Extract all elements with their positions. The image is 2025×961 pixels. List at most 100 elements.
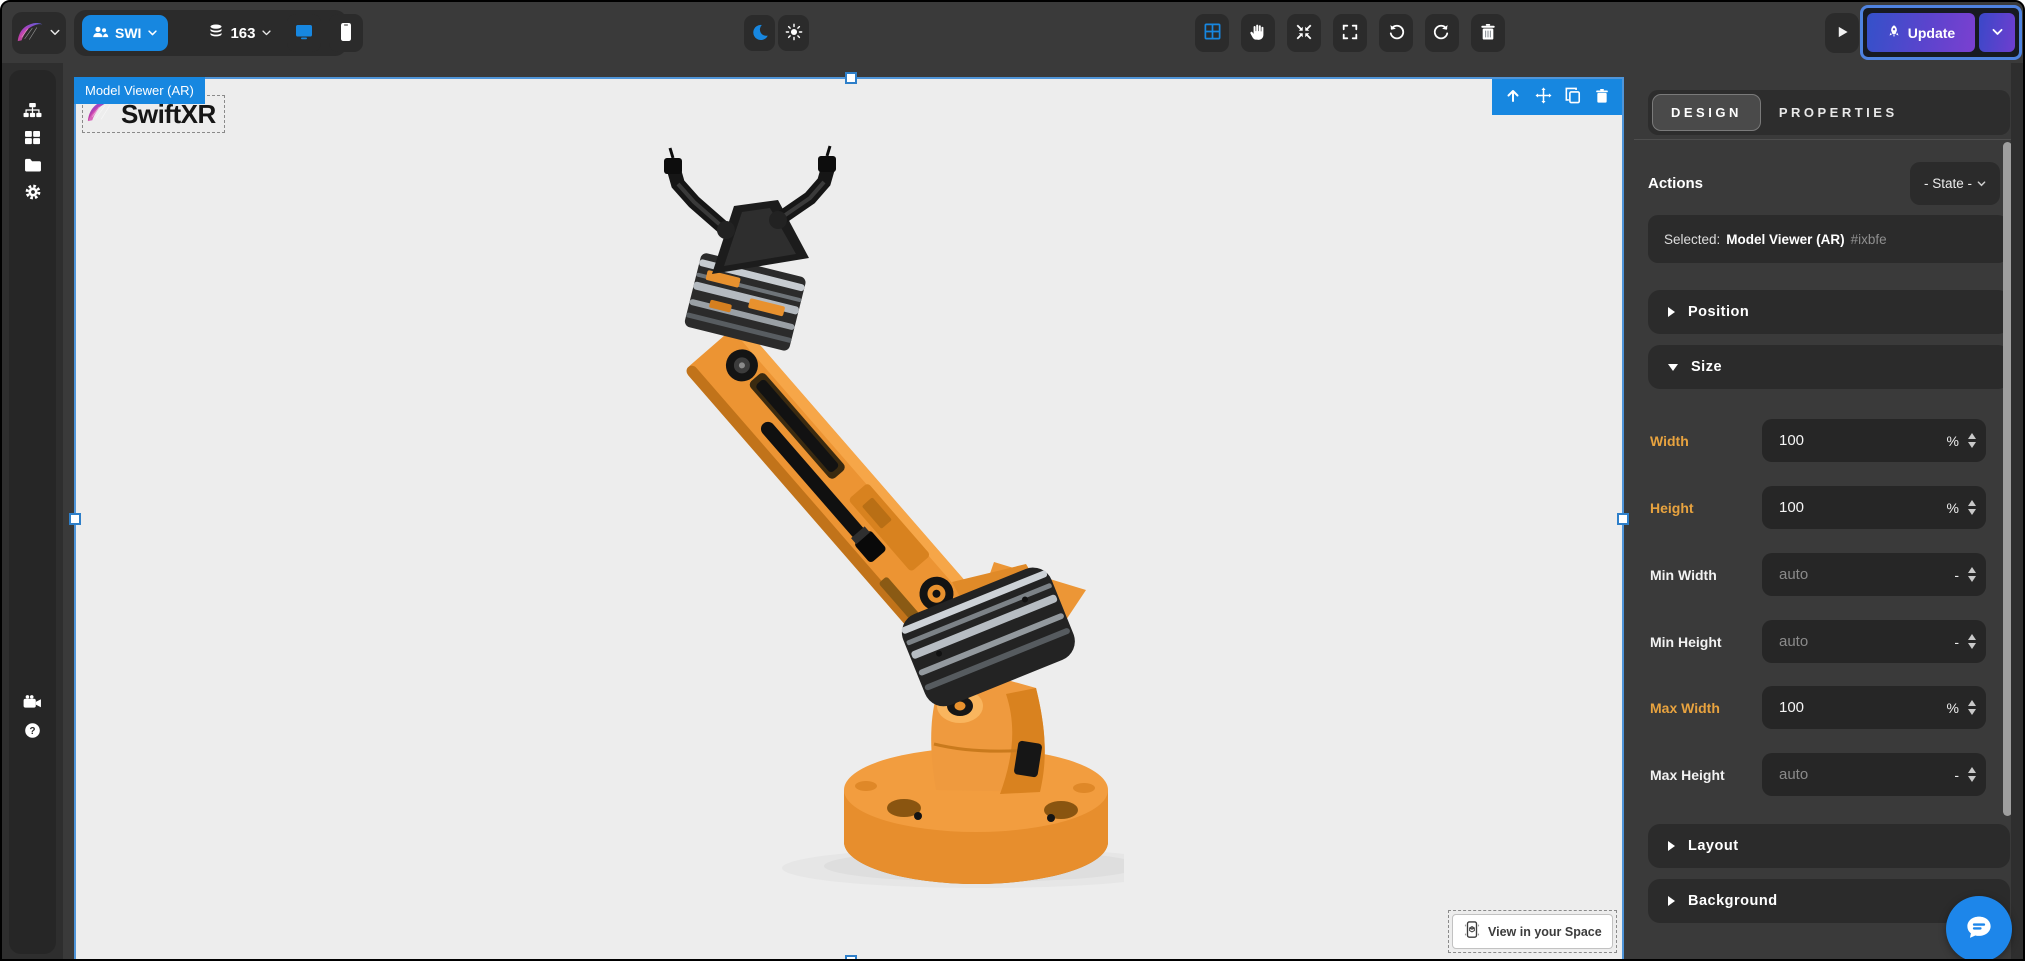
delete-button[interactable]	[1471, 14, 1505, 52]
light-mode-button[interactable]	[778, 15, 809, 51]
undo-icon	[1387, 23, 1405, 44]
update-button-group: Update	[1860, 5, 2022, 60]
width-unit: %	[1947, 433, 1959, 449]
model-viewer-robot-arm[interactable]	[564, 144, 1124, 904]
credits-count: 163	[230, 25, 255, 42]
resize-handle-top[interactable]	[845, 72, 857, 84]
section-position[interactable]: Position	[1648, 290, 2010, 334]
duplicate-element-button[interactable]	[1565, 87, 1581, 107]
sidebar-item-hierarchy[interactable]	[14, 98, 51, 125]
view-in-space-wrapper: View in your Space	[1448, 910, 1617, 953]
update-options-button[interactable]	[1979, 13, 2015, 52]
workspace-switcher-button[interactable]: SWI	[82, 15, 168, 51]
app-logo-menu-button[interactable]	[12, 12, 66, 54]
min-height-input[interactable]	[1779, 633, 1954, 650]
fullscreen-icon	[1341, 23, 1359, 44]
trash-icon	[1480, 23, 1496, 44]
height-input-box: %	[1762, 486, 1986, 529]
pan-tool-button[interactable]	[1241, 14, 1275, 52]
design-canvas[interactable]: SwiftXR Model Viewer (AR)	[74, 77, 1624, 961]
min-width-stepper[interactable]	[1968, 567, 1976, 582]
sidebar-panel: ?	[9, 70, 56, 954]
sidebar-item-settings[interactable]	[14, 180, 51, 207]
folder-icon	[24, 157, 42, 175]
resize-handle-bottom[interactable]	[845, 955, 857, 961]
width-input[interactable]	[1779, 432, 1947, 449]
move-up-layer-button[interactable]	[1505, 88, 1521, 107]
state-dropdown[interactable]: - State -	[1910, 162, 2000, 205]
field-row-width: Width %	[1648, 419, 2010, 462]
section-layout[interactable]: Layout	[1648, 824, 2010, 868]
hand-icon	[1249, 23, 1267, 44]
sidebar-item-recorder[interactable]	[14, 690, 51, 717]
resize-handle-right[interactable]	[1617, 513, 1629, 525]
chat-support-button[interactable]	[1946, 896, 2012, 961]
panel-divider	[1634, 139, 2025, 140]
field-row-max-width: Max Width %	[1648, 686, 2010, 729]
grid-toggle-button[interactable]	[1195, 14, 1229, 52]
width-stepper[interactable]	[1968, 433, 1976, 448]
chevron-down-icon	[261, 25, 272, 42]
mobile-view-button[interactable]	[329, 14, 363, 52]
swiftxr-editor-window: SWI 163	[0, 0, 2025, 961]
field-row-min-height: Min Height -	[1648, 620, 2010, 663]
moon-icon	[751, 23, 769, 44]
view-in-space-label: View in your Space	[1488, 925, 1602, 939]
credits-dropdown-button[interactable]: 163	[208, 15, 272, 51]
height-label: Height	[1650, 486, 1694, 529]
chevron-down-icon	[147, 25, 158, 41]
sidebar-item-blocks[interactable]	[14, 125, 51, 152]
sitemap-icon	[23, 102, 42, 122]
swiftxr-logo-icon	[17, 21, 43, 46]
fullscreen-button[interactable]	[1333, 14, 1367, 52]
chevron-down-icon	[1668, 364, 1678, 371]
max-width-input[interactable]	[1779, 699, 1947, 716]
move-element-button[interactable]	[1535, 87, 1552, 107]
desktop-icon	[294, 23, 314, 44]
desktop-view-button[interactable]	[287, 14, 321, 52]
update-button[interactable]: Update	[1867, 13, 1975, 52]
min-height-stepper[interactable]	[1968, 634, 1976, 649]
device-view-toggle	[287, 14, 363, 52]
field-row-max-height: Max Height -	[1648, 753, 2010, 796]
chevron-right-icon	[1668, 841, 1675, 851]
blocks-icon	[24, 130, 41, 148]
zoom-to-fit-button[interactable]	[1287, 14, 1321, 52]
max-height-input-box: -	[1762, 753, 1986, 796]
width-input-box: %	[1762, 419, 1986, 462]
height-stepper[interactable]	[1968, 500, 1976, 515]
min-width-label: Min Width	[1650, 553, 1717, 596]
tab-design[interactable]: DESIGN	[1652, 94, 1761, 131]
redo-button[interactable]	[1425, 14, 1459, 52]
tab-properties[interactable]: PROPERTIES	[1761, 94, 1916, 131]
height-input[interactable]	[1779, 499, 1947, 516]
view-in-space-button[interactable]: View in your Space	[1452, 914, 1613, 949]
undo-button[interactable]	[1379, 14, 1413, 52]
help-icon: ?	[24, 722, 41, 742]
sidebar-item-help[interactable]: ?	[14, 718, 51, 745]
video-camera-icon	[23, 695, 42, 713]
dark-mode-button[interactable]	[744, 15, 775, 51]
min-height-input-box: -	[1762, 620, 1986, 663]
max-width-unit: %	[1947, 700, 1959, 716]
inspector-tabs: DESIGN PROPERTIES	[1648, 90, 2010, 135]
preview-play-button[interactable]	[1825, 13, 1859, 53]
section-size-label: Size	[1691, 359, 1722, 375]
field-row-min-width: Min Width -	[1648, 553, 2010, 596]
window-edge	[2011, 63, 2023, 961]
sidebar-item-assets[interactable]	[14, 152, 51, 179]
update-label: Update	[1908, 25, 1955, 41]
min-width-input[interactable]	[1779, 566, 1954, 583]
selection-toolbar	[1492, 79, 1622, 115]
max-width-stepper[interactable]	[1968, 700, 1976, 715]
coins-icon	[208, 24, 224, 42]
delete-element-button[interactable]	[1595, 88, 1609, 107]
min-height-unit: -	[1954, 634, 1959, 650]
resize-handle-left[interactable]	[69, 513, 81, 525]
max-height-input[interactable]	[1779, 766, 1954, 783]
max-height-unit: -	[1954, 767, 1959, 783]
rocket-icon	[1887, 24, 1901, 42]
chevron-down-icon	[49, 26, 61, 41]
section-size[interactable]: Size	[1648, 345, 2010, 389]
max-height-stepper[interactable]	[1968, 767, 1976, 782]
